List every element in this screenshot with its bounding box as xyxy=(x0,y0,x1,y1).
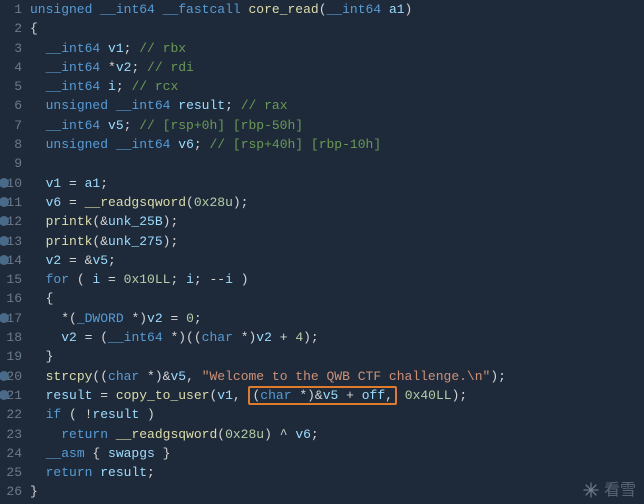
highlight-box: (char *)&v5 + off, xyxy=(248,386,396,405)
line-number: 13 xyxy=(0,232,22,251)
line-number: 18 xyxy=(0,328,22,347)
line-number: 21 xyxy=(0,386,22,405)
code-editor: 1234567891011121314151617181920212223242… xyxy=(0,0,644,504)
line-number: 20 xyxy=(0,367,22,386)
line-number: 24 xyxy=(0,444,22,463)
line-number: 23 xyxy=(0,425,22,444)
line-number: 4 xyxy=(0,58,22,77)
line-number: 16 xyxy=(0,289,22,308)
line-number: 10 xyxy=(0,174,22,193)
line-number: 6 xyxy=(0,96,22,115)
line-number: 8 xyxy=(0,135,22,154)
line-number: 5 xyxy=(0,77,22,96)
snowflake-icon xyxy=(582,481,600,499)
watermark: 看雪 xyxy=(582,481,636,500)
line-number: 3 xyxy=(0,39,22,58)
line-number: 22 xyxy=(0,405,22,424)
line-number: 11 xyxy=(0,193,22,212)
watermark-text: 看雪 xyxy=(604,481,636,500)
line-number: 17 xyxy=(0,309,22,328)
line-number: 1 xyxy=(0,0,22,19)
line-number: 14 xyxy=(0,251,22,270)
code-area: unsigned __int64 __fastcall core_read(__… xyxy=(28,0,506,504)
line-number: 26 xyxy=(0,482,22,501)
line-number: 2 xyxy=(0,19,22,38)
line-number: 19 xyxy=(0,347,22,366)
line-number-gutter: 1234567891011121314151617181920212223242… xyxy=(0,0,28,504)
line-number: 15 xyxy=(0,270,22,289)
line-number: 9 xyxy=(0,154,22,173)
line-number: 7 xyxy=(0,116,22,135)
line-number: 25 xyxy=(0,463,22,482)
line-number: 12 xyxy=(0,212,22,231)
